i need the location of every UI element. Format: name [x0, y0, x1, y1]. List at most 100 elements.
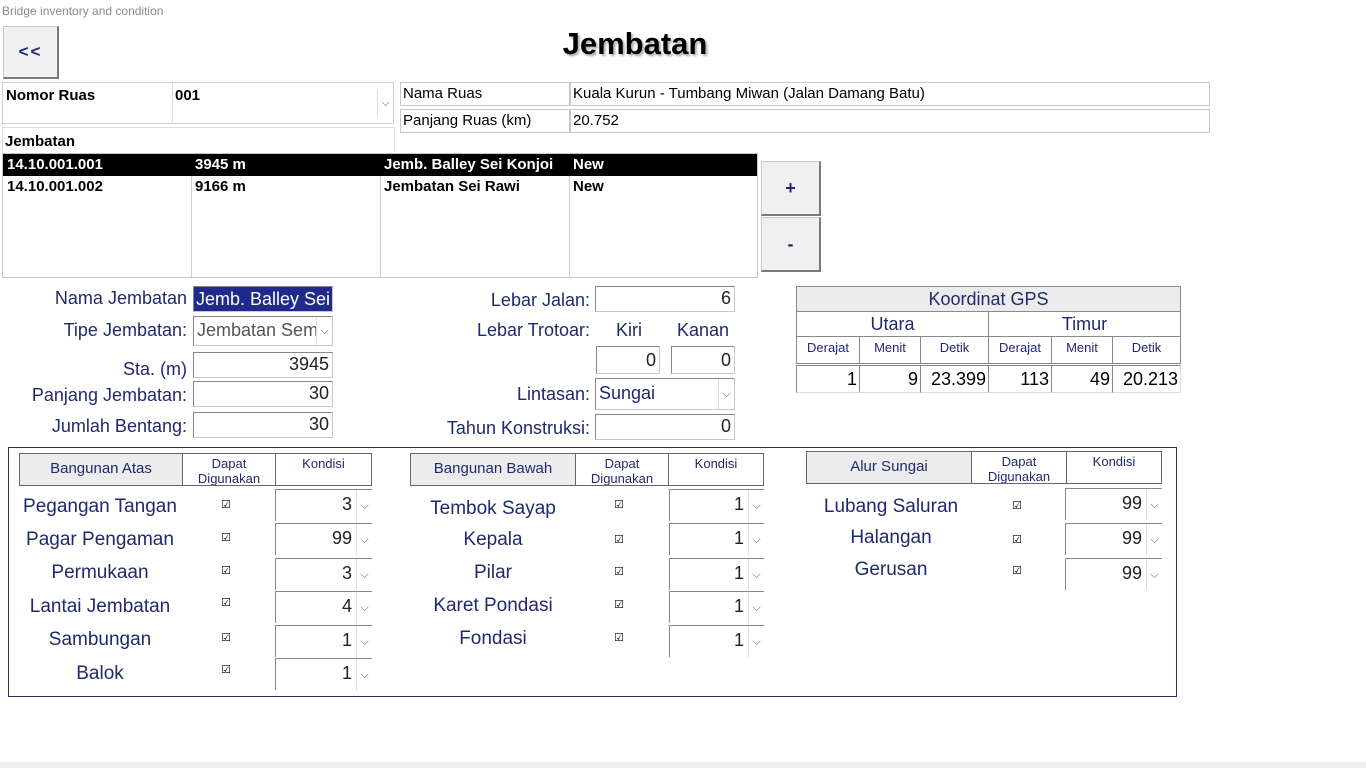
- alur-sungai-header: Alur Sungai: [806, 451, 972, 484]
- kondisi-select[interactable]: 1 ⌵: [669, 489, 764, 521]
- kondisi-select[interactable]: 1 ⌵: [275, 658, 372, 690]
- chevron-down-icon[interactable]: ⌵: [1146, 559, 1162, 590]
- chevron-down-icon[interactable]: ⌵: [356, 490, 372, 521]
- jumlah-bentang-label: Jumlah Bentang:: [51, 416, 187, 436]
- timur-menit-field[interactable]: 49: [1051, 365, 1113, 393]
- jembatan-list[interactable]: 14.10.001.001 3945 m Jemb. Balley Sei Ko…: [2, 153, 758, 278]
- checkbox-icon[interactable]: ☑: [220, 533, 232, 545]
- chevron-down-icon[interactable]: ⌵: [748, 626, 764, 657]
- kondisi-select[interactable]: 4 ⌵: [275, 591, 372, 623]
- nama-ruas-value-box: Kuala Kurun - Tumbang Miwan (Jalan Daman…: [570, 82, 1210, 106]
- list-item[interactable]: 14.10.001.002 9166 m Jembatan Sei Rawi N…: [3, 176, 757, 198]
- item-label: Fondasi: [459, 628, 527, 649]
- chevron-down-icon[interactable]: ⌵: [356, 659, 372, 690]
- chevron-down-icon[interactable]: ⌵: [356, 559, 372, 590]
- checkbox-icon[interactable]: ☑: [1011, 566, 1023, 578]
- kanan-field[interactable]: 0: [671, 346, 735, 374]
- kondisi-select[interactable]: 1 ⌵: [669, 625, 764, 657]
- kondisi-select[interactable]: 99 ⌵: [1065, 523, 1162, 555]
- nomor-ruas-label: Nomor Ruas: [6, 87, 96, 104]
- item-label: Pilar: [473, 562, 512, 583]
- utara-detik-field[interactable]: 23.399: [920, 365, 989, 393]
- tipe-jembatan-select[interactable]: Jembatan Sem ⌵: [193, 316, 333, 346]
- sta-label: Sta. (m): [122, 359, 187, 379]
- kondisi-select[interactable]: 3 ⌵: [275, 489, 372, 521]
- nomor-ruas-combo[interactable]: Nomor Ruas 001 ⌵: [2, 82, 394, 124]
- chevron-down-icon[interactable]: ⌵: [316, 317, 332, 345]
- jumlah-bentang-field[interactable]: 30: [193, 412, 333, 438]
- kondisi-select[interactable]: 99 ⌵: [275, 523, 372, 555]
- lintasan-label: Lintasan:: [516, 384, 590, 404]
- bridge-length: 9166 m: [195, 178, 246, 195]
- checkbox-icon[interactable]: ☑: [220, 665, 232, 677]
- sta-field[interactable]: 3945: [193, 352, 333, 378]
- item-label: Lubang Saluran: [823, 496, 959, 517]
- chevron-down-icon[interactable]: ⌵: [748, 490, 764, 521]
- chevron-down-icon[interactable]: ⌵: [356, 524, 372, 555]
- nama-ruas-label-box: Nama Ruas: [400, 82, 570, 106]
- checkbox-icon[interactable]: ☑: [1011, 501, 1023, 513]
- utara-menit-field[interactable]: 9: [859, 365, 921, 393]
- kondisi-select[interactable]: 99 ⌵: [1065, 488, 1162, 520]
- gps-detik-header: Detik: [920, 336, 989, 364]
- nama-ruas-value: Kuala Kurun - Tumbang Miwan (Jalan Daman…: [573, 85, 925, 102]
- checkbox-icon[interactable]: ☑: [220, 598, 232, 610]
- kondisi-select[interactable]: 1 ⌵: [669, 523, 764, 555]
- item-label: Karet Pondasi: [433, 595, 553, 616]
- checkbox-icon[interactable]: ☑: [613, 500, 625, 512]
- kiri-field[interactable]: 0: [596, 346, 660, 374]
- chevron-down-icon[interactable]: ⌵: [748, 559, 764, 590]
- kondisi-select[interactable]: 3 ⌵: [275, 558, 372, 590]
- checkbox-icon[interactable]: ☑: [613, 567, 625, 579]
- chevron-down-icon[interactable]: ⌵: [718, 379, 734, 409]
- kondisi-select[interactable]: 99 ⌵: [1065, 558, 1162, 590]
- lintasan-select[interactable]: Sungai ⌵: [595, 378, 735, 410]
- checkbox-icon[interactable]: ☑: [220, 500, 232, 512]
- bridge-length: 3945 m: [195, 156, 246, 173]
- bangunan-bawah-header: Bangunan Bawah: [410, 453, 576, 486]
- utara-derajat-field[interactable]: 1: [796, 365, 860, 393]
- list-item[interactable]: 14.10.001.001 3945 m Jemb. Balley Sei Ko…: [3, 154, 757, 176]
- kondisi-value: 99: [331, 528, 352, 548]
- tipe-jembatan-value: Jembatan Sem: [197, 320, 319, 340]
- kondisi-value: 1: [733, 596, 744, 616]
- tipe-jembatan-label: Tipe Jembatan:: [63, 320, 187, 340]
- chevron-down-icon[interactable]: ⌵: [1146, 524, 1162, 555]
- page-title: Jembatan: [562, 26, 708, 61]
- chevron-down-icon[interactable]: ⌵: [748, 524, 764, 555]
- checkbox-icon[interactable]: ☑: [220, 633, 232, 645]
- lebar-trotoar-label: Lebar Trotoar:: [476, 320, 590, 340]
- panjang-jembatan-field[interactable]: 30: [193, 381, 333, 407]
- chevron-down-icon[interactable]: ⌵: [748, 592, 764, 623]
- item-label: Halangan: [850, 527, 932, 548]
- checkbox-icon[interactable]: ☑: [613, 535, 625, 547]
- remove-bridge-button[interactable]: -: [761, 217, 821, 272]
- chevron-down-icon[interactable]: ⌵: [1146, 489, 1162, 520]
- chevron-down-icon[interactable]: ⌵: [356, 626, 372, 657]
- bridge-name: Jembatan Sei Rawi: [384, 178, 520, 195]
- gps-utara-header: Utara: [796, 311, 989, 337]
- status-bar: [0, 762, 1366, 768]
- tahun-konstruksi-field[interactable]: 0: [595, 414, 735, 440]
- chevron-down-icon[interactable]: ⌵: [377, 89, 393, 117]
- chevron-down-icon[interactable]: ⌵: [356, 592, 372, 623]
- gps-timur-header: Timur: [988, 311, 1181, 337]
- kondisi-select[interactable]: 1 ⌵: [669, 558, 764, 590]
- tahun-konstruksi-label: Tahun Konstruksi:: [446, 418, 590, 438]
- lebar-jalan-field[interactable]: 6: [595, 286, 735, 312]
- kondisi-value: 4: [341, 596, 352, 616]
- add-bridge-button[interactable]: +: [761, 161, 821, 216]
- timur-derajat-field[interactable]: 113: [988, 365, 1052, 393]
- kondisi-select[interactable]: 1 ⌵: [669, 591, 764, 623]
- panjang-ruas-label: Panjang Ruas (km): [403, 112, 532, 129]
- kondisi-select[interactable]: 1 ⌵: [275, 625, 372, 657]
- checkbox-icon[interactable]: ☑: [613, 633, 625, 645]
- checkbox-icon[interactable]: ☑: [613, 600, 625, 612]
- nama-jembatan-field[interactable]: Jemb. Balley Sei: [193, 286, 333, 312]
- checkbox-icon[interactable]: ☑: [220, 566, 232, 578]
- checkbox-icon[interactable]: ☑: [1011, 535, 1023, 547]
- gps-title: Koordinat GPS: [796, 286, 1181, 312]
- timur-detik-field[interactable]: 20.213: [1112, 365, 1181, 393]
- bridge-status: New: [573, 156, 604, 173]
- nomor-ruas-value: 001: [175, 87, 201, 104]
